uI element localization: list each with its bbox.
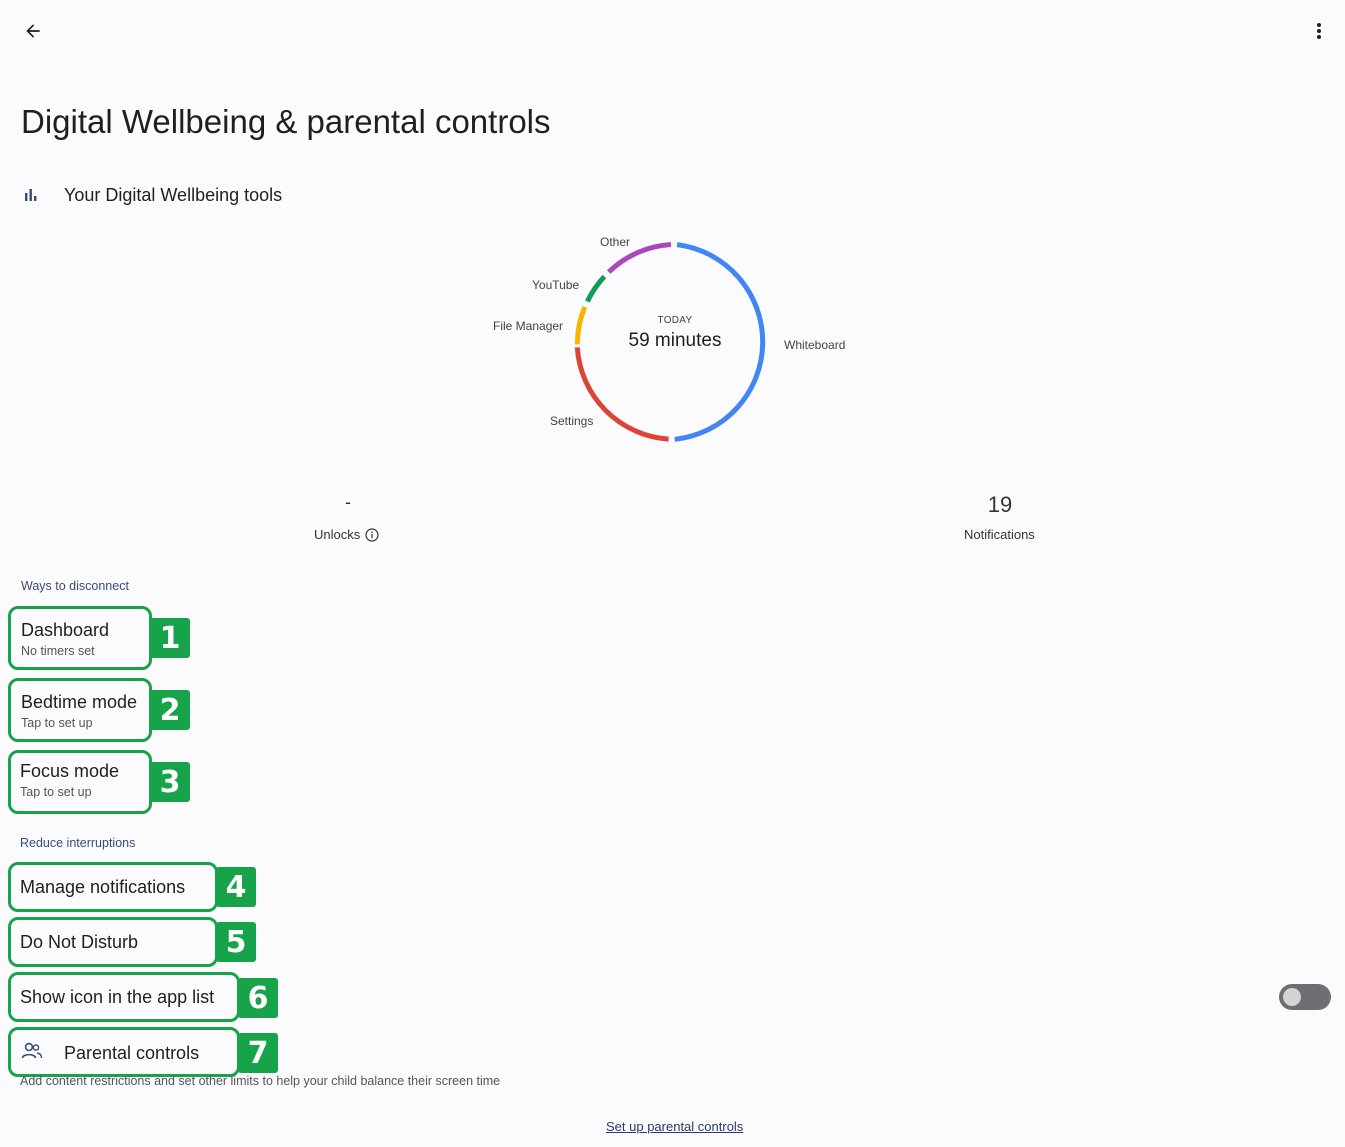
parental-controls-description: Add content restrictions and set other l… (20, 1074, 501, 1088)
bedtime-mode-title: Bedtime mode (21, 692, 138, 712)
bar-chart-icon (25, 189, 37, 201)
bedtime-mode-subtitle: Tap to set up (21, 716, 93, 730)
unlocks-value: - (345, 492, 351, 512)
do-not-disturb-title: Do Not Disturb (20, 932, 139, 952)
focus-mode-item[interactable] (8, 750, 152, 814)
total-screen-time: 59 minutes (628, 330, 722, 351)
more-vert-icon (1317, 23, 1321, 39)
wellbeing-tools-label: Your Digital Wellbeing tools (64, 184, 283, 205)
segment-youtube (585, 274, 607, 303)
arrow-back-icon (26, 24, 40, 38)
dashboard-subtitle: No timers set (21, 644, 95, 658)
today-label: TODAY (657, 315, 693, 326)
annotation-badge-4: 4 (216, 867, 256, 907)
annotation-badge-1: 1 (150, 618, 190, 658)
dashboard-title: Dashboard (21, 620, 110, 640)
toggle-knob (1283, 988, 1301, 1006)
parental-controls-title: Parental controls (64, 1043, 200, 1063)
more-options-button[interactable] (1306, 16, 1332, 46)
annotation-badge-5: 5 (216, 922, 256, 962)
manage-notifications-title: Manage notifications (20, 877, 186, 897)
focus-mode-subtitle: Tap to set up (20, 785, 92, 799)
setup-parental-controls-link[interactable]: Set up parental controls (606, 1119, 743, 1134)
reduce-interruptions-header: Reduce interruptions (20, 836, 136, 850)
notifications-label: Notifications (964, 527, 1035, 542)
annotation-badge-7: 7 (238, 1033, 278, 1073)
segment-file-manager (574, 306, 588, 345)
notifications-value: 19 (987, 492, 1013, 517)
ways-to-disconnect-header: Ways to disconnect (21, 579, 129, 593)
label-file-manager: File Manager (493, 319, 564, 333)
label-youtube: YouTube (532, 278, 580, 292)
wellbeing-tools-header: Your Digital Wellbeing tools (22, 182, 282, 208)
annotation-badge-6: 6 (238, 978, 278, 1018)
label-other: Other (600, 235, 631, 249)
show-icon-toggle[interactable] (1279, 984, 1331, 1010)
usage-donut-chart[interactable] (0, 0, 1345, 470)
unlocks-stat[interactable]: Unlocks (314, 527, 379, 542)
show-icon-title: Show icon in the app list (20, 987, 215, 1007)
annotation-badge-3: 3 (150, 762, 190, 802)
back-button[interactable] (18, 16, 48, 46)
focus-mode-title: Focus mode (20, 761, 120, 781)
label-whiteboard: Whiteboard (784, 338, 846, 352)
label-settings: Settings (550, 414, 594, 428)
supervisor-account-icon (21, 1042, 43, 1059)
annotation-badge-2: 2 (150, 690, 190, 730)
page-title: Digital Wellbeing & parental controls (21, 103, 551, 140)
unlocks-label: Unlocks (314, 527, 361, 542)
info-icon[interactable] (365, 527, 379, 542)
